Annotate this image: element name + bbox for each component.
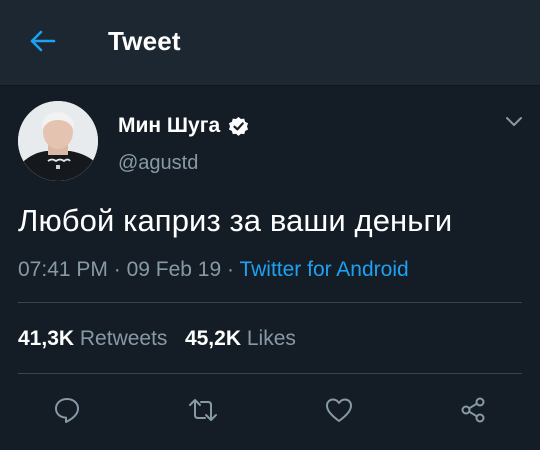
chevron-down-icon <box>505 115 523 133</box>
like-button[interactable] <box>322 395 356 429</box>
tweet-detail: Мин Шуга @agustd Любой каприз за ваши де… <box>0 86 540 450</box>
tweet-source-link[interactable]: Twitter for Android <box>239 258 408 281</box>
action-bar <box>0 391 540 431</box>
likes-count: 45,2K <box>184 327 241 350</box>
meta-separator: · <box>107 258 127 281</box>
heart-icon <box>325 397 353 428</box>
tweet-date: 09 Feb 19 <box>126 258 222 281</box>
retweets-label: Retweets <box>79 327 168 350</box>
retweet-button[interactable] <box>186 395 220 429</box>
verified-badge-icon <box>228 116 249 137</box>
tweet-stats: 41,3K Retweets 45,2K Likes <box>18 327 296 351</box>
retweet-icon <box>187 396 219 429</box>
divider <box>18 373 522 374</box>
tweet-time: 07:41 PM <box>18 258 108 281</box>
meta-separator: · <box>221 258 240 281</box>
top-bar: Tweet <box>0 0 540 86</box>
tweet-metadata: 07:41 PM · 09 Feb 19 · Twitter for Andro… <box>18 258 409 282</box>
tweet-text: Любой каприз за ваши деньги <box>18 203 453 238</box>
arrow-left-icon <box>28 29 56 58</box>
more-options-button[interactable] <box>502 112 526 136</box>
author-handle[interactable]: @agustd <box>118 152 198 175</box>
reply-icon <box>53 396 81 429</box>
back-button[interactable] <box>22 26 62 60</box>
retweets-stat[interactable]: 41,3K Retweets <box>18 327 167 350</box>
likes-stat[interactable]: 45,2K Likes <box>185 327 296 350</box>
page-title: Tweet <box>108 26 181 56</box>
share-button[interactable] <box>456 395 490 429</box>
divider <box>18 302 522 303</box>
share-icon <box>459 396 487 429</box>
reply-button[interactable] <box>50 395 84 429</box>
author-name[interactable]: Мин Шуга <box>118 114 249 138</box>
avatar[interactable] <box>18 101 98 181</box>
retweets-count: 41,3K <box>18 327 75 350</box>
author-name-text: Мин Шуга <box>118 114 221 137</box>
likes-label: Likes <box>246 327 296 350</box>
